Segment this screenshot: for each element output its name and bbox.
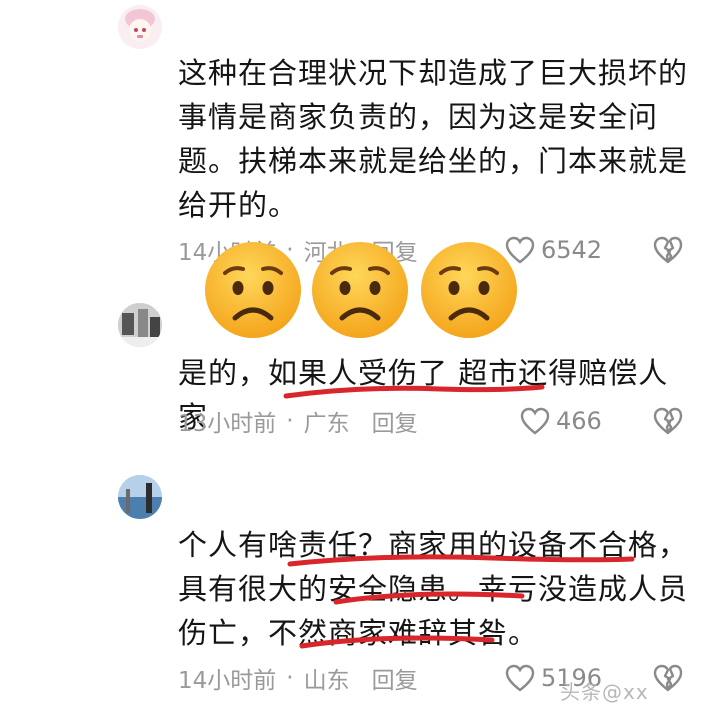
comment-location: 广东 bbox=[303, 411, 350, 437]
like-button[interactable]: 466 bbox=[520, 404, 602, 438]
like-count: 466 bbox=[556, 407, 602, 435]
comment-line: 给开的。 bbox=[178, 188, 299, 222]
dislike-button[interactable] bbox=[652, 407, 684, 439]
broken-heart-icon bbox=[653, 407, 683, 435]
watermark: 头条@xx bbox=[560, 680, 649, 704]
separator-dot: · bbox=[286, 408, 294, 434]
like-count: 6542 bbox=[541, 236, 603, 264]
comment-text: 这种在合理状况下却造成了巨大损坏的 事情是商家负责的，因为这是安全问 题。扶梯本… bbox=[178, 51, 698, 227]
avatar[interactable] bbox=[118, 5, 162, 49]
comment-time: 13小时前 bbox=[178, 411, 277, 437]
disappointed-face-icon bbox=[205, 242, 301, 338]
dislike-button[interactable] bbox=[652, 236, 684, 268]
reply-button[interactable]: 回复 bbox=[372, 404, 418, 438]
avatar[interactable] bbox=[118, 303, 162, 347]
comment-line: 题。扶梯本来就是给坐的，门本来就是 bbox=[178, 144, 689, 178]
red-underline bbox=[283, 384, 545, 399]
broken-heart-icon bbox=[653, 236, 683, 264]
avatar[interactable] bbox=[118, 475, 162, 519]
comment-line: 事情是商家负责的，因为这是安全问 bbox=[178, 100, 659, 134]
comment-meta: 13小时前 · 广东 回复 bbox=[178, 404, 418, 438]
comment-line: 这种在合理状况下却造成了巨大损坏的 bbox=[178, 56, 689, 90]
like-button[interactable]: 6542 bbox=[505, 233, 602, 267]
disappointed-face-icon bbox=[421, 242, 517, 338]
heart-icon bbox=[520, 407, 550, 435]
disappointed-face-icon bbox=[312, 242, 408, 338]
